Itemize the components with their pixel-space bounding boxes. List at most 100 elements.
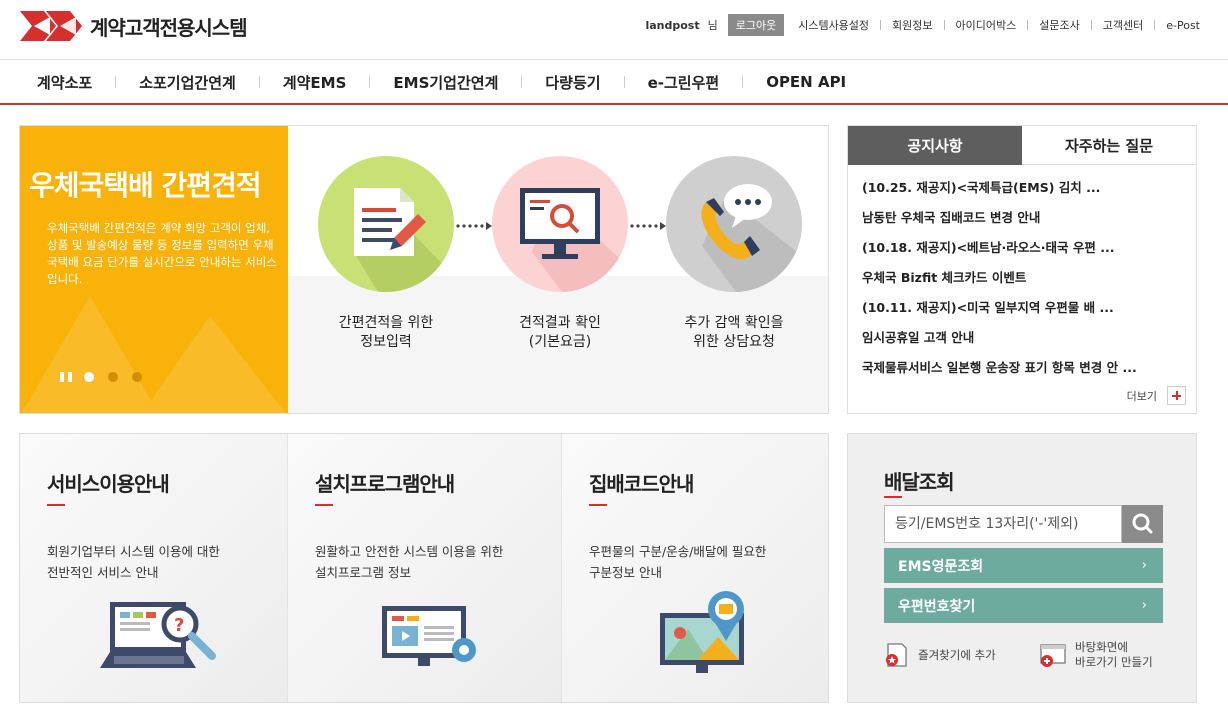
user-id: landpost	[645, 18, 700, 32]
card-delivery-code[interactable]: 집배코드안내 우편물의 구분/운송/배달에 필요한 구분정보 안내	[562, 434, 828, 702]
svg-text:?: ?	[174, 615, 184, 636]
step-quote-result: 견적결과 확인 (기본요금)	[492, 156, 628, 352]
card-description: 우편물의 구분/운송/배달에 필요한 구분정보 안내	[589, 541, 809, 583]
card-description: 원활하고 안전한 시스템 이용을 위한 설치프로그램 정보	[315, 541, 535, 583]
button-label: EMS영문조회	[898, 558, 984, 575]
divider	[369, 76, 371, 88]
slide-dot[interactable]	[84, 372, 94, 382]
slide-dot[interactable]	[108, 372, 118, 382]
divider	[1027, 20, 1029, 30]
notice-tabs: 공지사항 자주하는 질문	[848, 126, 1196, 165]
tab-faq[interactable]: 자주하는 질문	[1022, 126, 1196, 165]
title-accent	[47, 504, 65, 506]
more-button[interactable]: 더보기	[1127, 386, 1186, 405]
slide-pager	[60, 372, 156, 382]
bookmark-label: 즐겨찾기에 추가	[918, 647, 996, 662]
title-accent	[884, 496, 902, 498]
monitor-settings-icon	[382, 606, 476, 666]
card-description-line: 우편물의 구분/운송/배달에 필요한	[589, 544, 767, 559]
card-title: 집배코드안내	[589, 472, 694, 496]
logo-text: 계약고객전용시스템	[90, 15, 248, 40]
tracking-number-input[interactable]	[884, 505, 1122, 543]
divider	[943, 20, 945, 30]
laptop-help-icon: ?	[100, 602, 216, 668]
divider	[623, 76, 625, 88]
notice-item[interactable]: (10.11. 재공지)<미국 일부지역 우편물 배 ...	[862, 299, 1196, 329]
ems-english-lookup-button[interactable]: EMS영문조회 ›	[884, 548, 1163, 583]
divider	[742, 76, 744, 88]
util-link-epost[interactable]: e-Post	[1166, 19, 1200, 32]
notice-item[interactable]: (10.18. 재공지)<베트남·라오스·태국 우편 ...	[862, 239, 1196, 269]
logout-button[interactable]: 로그아웃	[727, 14, 785, 36]
slide-dot[interactable]	[132, 372, 142, 382]
gnb-item-e-green[interactable]: e-그린우편	[648, 72, 720, 93]
notice-item[interactable]: 국제물류서비스 일본행 운송장 표기 항목 변경 안 ...	[862, 359, 1196, 389]
desktop-shortcut-icon	[1040, 644, 1066, 667]
zip-code-search-button[interactable]: 우편번호찾기 ›	[884, 588, 1163, 623]
util-link-idea-box[interactable]: 아이디어박스	[956, 17, 1017, 33]
gnb-item-ems-b2b[interactable]: EMS기업간연계	[393, 72, 498, 93]
top-header: 계약고객전용시스템 landpost 님 로그아웃 시스템사용설정 회원정보 아…	[0, 0, 1228, 52]
card-title: 설치프로그램안내	[315, 472, 455, 496]
util-link-member-info[interactable]: 회원정보	[892, 17, 932, 33]
map-mail-pin-icon	[660, 591, 744, 673]
post-logo-icon	[20, 11, 82, 41]
title-accent	[315, 504, 333, 506]
gnb-item-parcel[interactable]: 계약소포	[37, 72, 92, 93]
step-label-line: 정보입력	[360, 334, 412, 350]
step-circle	[666, 156, 802, 292]
divider	[880, 20, 882, 30]
gnb-item-ems[interactable]: 계약EMS	[283, 72, 347, 93]
tracking-search	[884, 505, 1163, 543]
notice-item[interactable]: 임시공휴일 고객 안내	[862, 329, 1196, 359]
notice-item[interactable]: (10.25. 재공지)<국제특급(EMS) 김치 ...	[862, 179, 1196, 209]
arrow-dots-icon	[630, 222, 666, 230]
title-accent	[589, 504, 607, 506]
pause-icon[interactable]	[60, 372, 72, 382]
banner-steps-panel: 간편견적을 위한 정보입력 견적결과 확인 (기본요금) 추가 감액 확인을 위…	[288, 126, 828, 413]
gnb-item-parcel-b2b[interactable]: 소포기업간연계	[139, 72, 236, 93]
divider	[1154, 20, 1156, 30]
service-cards: 서비스이용안내 회원기업부터 시스템 이용에 대한 전반적인 서비스 안내 ? …	[19, 433, 829, 703]
promo-banner[interactable]: 우체국택배 간편견적 우체국택배 간편견적은 계약 희망 고객이 업체, 상품 …	[19, 125, 829, 414]
card-title: 서비스이용안내	[47, 472, 170, 496]
arrow-dots-icon	[456, 222, 492, 230]
pattern-decoration	[21, 296, 286, 413]
plus-icon[interactable]	[1167, 386, 1186, 405]
util-link-customer-center[interactable]: 고객센터	[1103, 17, 1143, 33]
notice-item[interactable]: 남동탄 우체국 집배코드 변경 안내	[862, 209, 1196, 239]
step-label: 견적결과 확인 (기본요금)	[492, 314, 628, 352]
divider	[258, 76, 260, 88]
util-link-survey[interactable]: 설문조사	[1039, 17, 1079, 33]
card-install-guide[interactable]: 설치프로그램안내 원활하고 안전한 시스템 이용을 위한 설치프로그램 정보	[288, 434, 562, 702]
step-label-line: (기본요금)	[528, 334, 592, 350]
gnb-item-bulk-registered[interactable]: 다량등기	[545, 72, 600, 93]
notice-item[interactable]: 우체국 Bizfit 체크카드 이벤트	[862, 269, 1196, 299]
site-logo[interactable]: 계약고객전용시스템	[20, 8, 248, 44]
step-input-info: 간편견적을 위한 정보입력	[318, 156, 454, 352]
step-consult-request: 추가 감액 확인을 위한 상담요청	[666, 156, 802, 352]
user-suffix: 님	[707, 19, 718, 32]
tab-notice[interactable]: 공지사항	[848, 126, 1022, 165]
util-link-settings[interactable]: 시스템사용설정	[798, 17, 869, 33]
card-service-guide[interactable]: 서비스이용안내 회원기업부터 시스템 이용에 대한 전반적인 서비스 안내 ?	[20, 434, 288, 702]
chevron-right-icon: ›	[1141, 558, 1147, 573]
add-bookmark-link[interactable]: 즐겨찾기에 추가	[884, 642, 996, 668]
shortcut-label-line: 바로가기 만들기	[1075, 655, 1153, 669]
step-label-line: 간편견적을 위한	[338, 315, 434, 331]
phone-chat-icon	[701, 184, 802, 292]
step-label: 간편견적을 위한 정보입력	[318, 314, 454, 352]
gnb-item-open-api[interactable]: OPEN API	[766, 73, 846, 91]
step-label-line: 추가 감액 확인을	[684, 315, 784, 331]
document-pen-icon	[354, 188, 454, 292]
tracking-title: 배달조회	[884, 470, 955, 494]
card-description-line: 구분정보 안내	[589, 565, 662, 580]
monitor-search-icon	[520, 188, 628, 292]
divider	[521, 76, 523, 88]
main-nav: 계약소포 소포기업간연계 계약EMS EMS기업간연계 다량등기 e-그린우편 …	[0, 59, 1228, 105]
search-button[interactable]	[1122, 505, 1163, 543]
bookmark-icon	[886, 643, 907, 667]
desktop-shortcut-link[interactable]: 바탕화면에 바로가기 만들기	[1039, 640, 1153, 670]
notice-board: 공지사항 자주하는 질문 (10.25. 재공지)<국제특급(EMS) 김치 .…	[847, 125, 1197, 414]
more-label: 더보기	[1126, 389, 1157, 403]
